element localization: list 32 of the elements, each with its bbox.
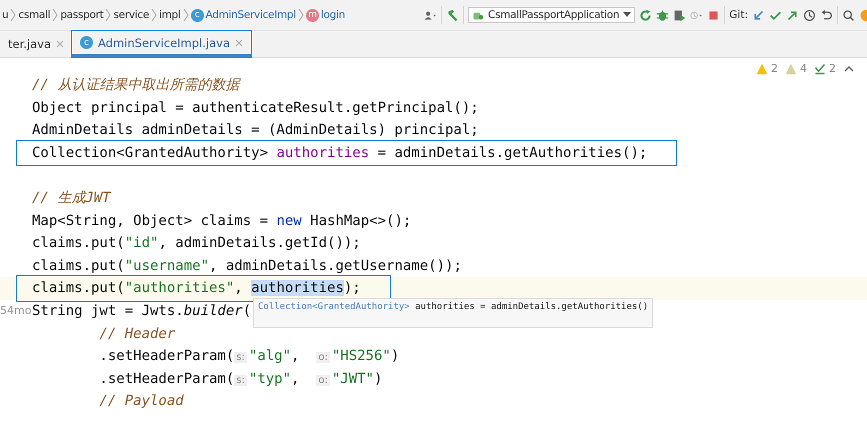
code-line: claims.put("id", adminDetails.getId());	[32, 234, 361, 254]
code-line: // Payload	[98, 392, 184, 412]
code-line: claims.put("authorities", authorities);	[18, 277, 389, 300]
code-line: Collection<GrantedAuthority> authorities = adminDetails.getAuthorities();	[18, 142, 676, 164]
code-line: AdminDetails adminDetails = (AdminDetails) principal;	[32, 121, 479, 140]
code-line: Map<String, Object> claims = new HashMap<>();	[32, 212, 412, 231]
editor-tab[interactable]: ter.java	[0, 31, 72, 57]
breadcrumb-item[interactable]: impl	[159, 9, 181, 21]
code-line: claims.put("username", adminDetails.getUsername());	[32, 256, 462, 276]
code-line: .setHeaderParam(s: "typ", o: "JWT")	[98, 370, 382, 389]
code-line: Object principal = authenticateResult.getPrincipal();	[32, 98, 479, 118]
inspection-count: 2	[771, 62, 778, 75]
gutter-text: 54mo	[0, 302, 32, 319]
method-icon: m	[306, 8, 319, 22]
breadcrumb-item[interactable]: csmall	[18, 9, 50, 21]
breadcrumb-item[interactable]: login	[320, 9, 346, 21]
inspection-count: 2	[829, 62, 836, 75]
inspection-count: 4	[800, 62, 807, 75]
code-line: String jwt = Jwts.builder(	[32, 302, 252, 321]
editor-tab[interactable]: c AdminServiceImpl.java	[72, 31, 252, 57]
git-label: Git:	[729, 9, 748, 21]
declaration-text: Collection<GrantedAuthority> authorities = adminDetails.getAuthorities()	[258, 302, 648, 312]
breadcrumb-item[interactable]: u	[2, 9, 8, 21]
breadcrumb-item[interactable]: AdminServiceImpl	[206, 9, 296, 21]
breadcrumb-item[interactable]: service	[113, 9, 149, 21]
run-configuration-dropdown[interactable]: CsmallPassportApplication	[468, 7, 636, 23]
code-line: // Header	[98, 324, 176, 344]
class-icon: c	[190, 8, 204, 22]
code-line: .setHeaderParam(s: "alg", o: "HS256")	[98, 347, 400, 366]
code-line: // 从认证结果中取出所需的数据	[32, 76, 240, 95]
code-line: // 生成JWT	[32, 188, 111, 208]
breadcrumb-item[interactable]: passport	[60, 9, 104, 21]
